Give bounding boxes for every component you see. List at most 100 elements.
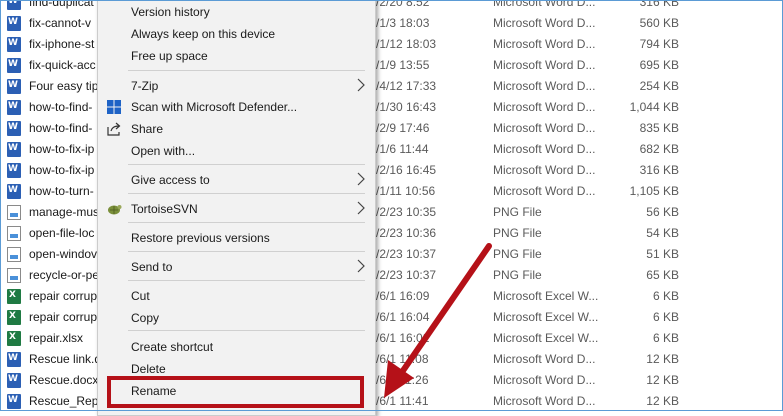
context-menu: Version history Always keep on this devi… [97, 0, 376, 416]
file-size: 560 KB [639, 16, 679, 30]
file-type: Microsoft Excel W... [493, 331, 599, 345]
menu-separator [128, 251, 365, 252]
file-type: Microsoft Excel W... [493, 310, 599, 324]
file-name: manage-mus [29, 205, 100, 219]
menu-item-create-shortcut[interactable]: Create shortcut [98, 336, 375, 358]
file-name: fix-iphone-st [29, 37, 95, 51]
file-size: 316 KB [639, 163, 679, 177]
file-name: recycle-or-pe [29, 268, 100, 282]
menu-item-tortoisesvn[interactable]: TortoiseSVN [98, 198, 375, 220]
menu-item-label: Give access to [131, 173, 210, 187]
png-file-icon [7, 247, 21, 262]
file-name: how-to-find- [29, 100, 93, 114]
menu-item-share[interactable]: Share [98, 118, 375, 140]
word-file-icon [7, 373, 21, 388]
word-file-icon [7, 394, 21, 409]
menu-item-label: Free up space [131, 49, 208, 63]
file-date-modified: /1/3 18:03 [376, 16, 430, 30]
file-name: Rescue_Repa [29, 394, 106, 408]
file-date-modified: /2/16 16:45 [376, 163, 437, 177]
png-file-icon [7, 205, 21, 220]
menu-item-always-keep[interactable]: Always keep on this device [98, 23, 375, 45]
file-size: 254 KB [639, 79, 679, 93]
file-type: Microsoft Word D... [493, 100, 596, 114]
file-date-modified: /1/6 11:44 [376, 142, 429, 156]
menu-item-7zip[interactable]: 7-Zip [98, 75, 375, 97]
share-icon [107, 122, 121, 136]
word-file-icon [7, 37, 21, 52]
file-type: Microsoft Word D... [493, 352, 596, 366]
file-type: Microsoft Word D... [493, 37, 596, 51]
word-file-icon [7, 352, 21, 367]
file-name: how-to-fix-ip [29, 142, 95, 156]
word-file-icon [7, 0, 21, 10]
file-name: how-to-fix-ip [29, 163, 95, 177]
file-date-modified: /6/1 11:26 [376, 373, 429, 387]
menu-separator [128, 280, 365, 281]
menu-separator [128, 222, 365, 223]
file-name: repair.xlsx [29, 331, 84, 345]
menu-item-version-history[interactable]: Version history [98, 1, 375, 23]
file-size: 794 KB [639, 37, 679, 51]
menu-item-send-to[interactable]: Send to [98, 256, 375, 278]
file-size: 54 KB [646, 226, 679, 240]
menu-item-label: Copy [131, 311, 160, 325]
file-type: Microsoft Excel W... [493, 289, 599, 303]
menu-item-cut[interactable]: Cut [98, 285, 375, 307]
menu-item-defender[interactable]: Scan with Microsoft Defender... [98, 96, 375, 118]
chevron-right-icon [357, 78, 365, 92]
file-type: Microsoft Word D... [493, 184, 596, 198]
file-type: Microsoft Word D... [493, 0, 596, 9]
file-type: Microsoft Word D... [493, 58, 596, 72]
file-type: Microsoft Word D... [493, 16, 596, 30]
tortoisesvn-icon [108, 205, 122, 215]
file-name: Rescue link.d [29, 352, 102, 366]
menu-item-label: Delete [131, 362, 166, 376]
word-file-icon [7, 79, 21, 94]
menu-separator [128, 330, 365, 331]
file-size: 56 KB [646, 205, 679, 219]
menu-item-restore-previous-versions[interactable]: Restore previous versions [98, 227, 375, 249]
menu-separator [128, 193, 365, 194]
file-date-modified: /4/12 17:33 [376, 79, 437, 93]
word-file-icon [7, 16, 21, 31]
menu-item-give-access[interactable]: Give access to [98, 169, 375, 191]
file-name: how-to-turn- [29, 184, 94, 198]
excel-file-icon [7, 310, 21, 325]
word-file-icon [7, 163, 21, 178]
excel-file-icon [7, 289, 21, 304]
file-date-modified: /6/1 16:04 [376, 310, 430, 324]
menu-item-label: Open with... [131, 144, 196, 158]
menu-item-label: Version history [131, 5, 210, 19]
file-type: PNG File [493, 247, 542, 261]
excel-file-icon [7, 331, 21, 346]
file-size: 12 KB [646, 394, 679, 408]
word-file-icon [7, 100, 21, 115]
file-date-modified: /2/23 10:37 [376, 247, 437, 261]
file-type: Microsoft Word D... [493, 394, 596, 408]
file-date-modified: /2/23 10:37 [376, 268, 437, 282]
file-size: 12 KB [646, 373, 679, 387]
menu-item-copy[interactable]: Copy [98, 307, 375, 329]
file-size: 682 KB [639, 142, 679, 156]
menu-separator [128, 70, 365, 71]
menu-item-label: Create shortcut [131, 340, 214, 354]
file-size: 316 KB [639, 0, 679, 9]
menu-separator [128, 164, 365, 165]
chevron-right-icon [357, 172, 365, 186]
png-file-icon [7, 268, 21, 283]
word-file-icon [7, 142, 21, 157]
defender-shield-icon [107, 100, 121, 114]
file-name: open-windov [29, 247, 98, 261]
file-name: Rescue.docx [29, 373, 99, 387]
menu-item-label: Restore previous versions [131, 231, 270, 245]
word-file-icon [7, 58, 21, 73]
file-size: 65 KB [646, 268, 679, 282]
file-type: Microsoft Word D... [493, 373, 596, 387]
file-name: fix-quick-acc [29, 58, 96, 72]
png-file-icon [7, 226, 21, 241]
file-size: 51 KB [646, 247, 679, 261]
menu-item-free-up-space[interactable]: Free up space [98, 45, 375, 67]
file-name: repair corrup [29, 310, 98, 324]
menu-item-open-with[interactable]: Open with... [98, 140, 375, 162]
